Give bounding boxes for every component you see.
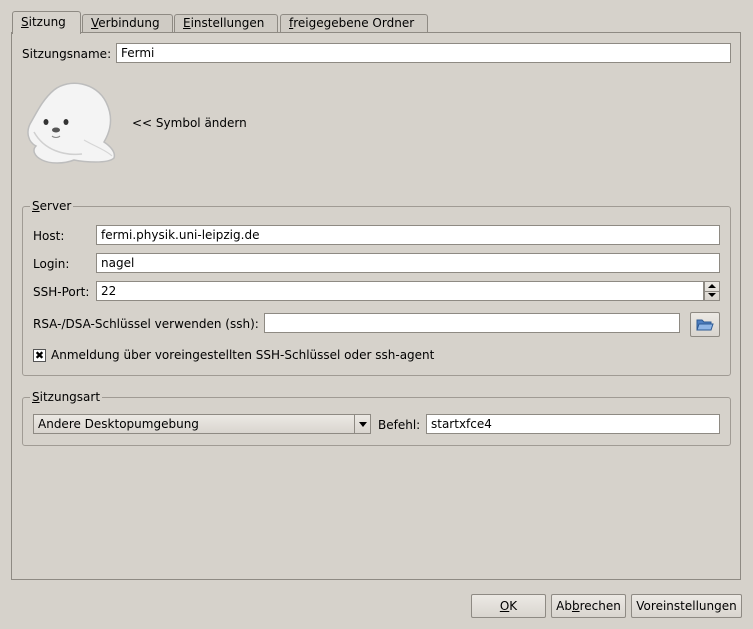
session-name-input[interactable]: Fermi — [116, 43, 731, 63]
session-type-selected: Andere Desktopumgebung — [38, 417, 199, 431]
cancel-button[interactable]: Abbrechen — [551, 594, 626, 618]
server-group-title: Server — [30, 199, 74, 213]
cancel-mnemonic: b — [571, 599, 580, 613]
host-input[interactable]: fermi.physik.uni-leipzig.de — [96, 225, 720, 245]
rsa-key-input[interactable] — [264, 313, 680, 333]
tab-sitzung-mnemonic: S — [21, 15, 29, 29]
browse-key-button[interactable] — [690, 312, 720, 337]
chevron-down-icon[interactable] — [354, 415, 370, 433]
ssh-agent-checkbox[interactable]: ✖ — [33, 349, 46, 362]
rsa-key-label: RSA-/DSA-Schlüssel verwenden (ssh): — [33, 317, 259, 331]
tab-verbindung[interactable]: Verbindung — [82, 14, 173, 32]
host-label: Host: — [33, 229, 65, 243]
session-type-title-text: itzungsart — [39, 390, 101, 404]
tab-freigegebene-ordner[interactable]: freigegebene Ordner — [280, 14, 428, 32]
ssh-agent-label: Anmeldung über voreingestellten SSH-Schl… — [51, 348, 435, 362]
server-title-mnemonic: S — [32, 199, 40, 213]
login-label: Login: — [33, 257, 70, 271]
session-name-label: Sitzungsname: — [22, 47, 112, 61]
folder-open-icon — [696, 319, 714, 331]
session-type-select[interactable]: Andere Desktopumgebung — [33, 414, 371, 434]
change-icon-button[interactable]: << Symbol ändern — [132, 115, 247, 131]
session-type-group-title: Sitzungsart — [30, 390, 103, 404]
tab-einstellungen[interactable]: Einstellungen — [174, 14, 278, 32]
defaults-button[interactable]: Voreinstellungen — [631, 594, 742, 618]
session-type-title-mnemonic: S — [32, 390, 40, 404]
ssh-port-label: SSH-Port: — [33, 285, 90, 299]
tab-freigegebene-ordner-label: reigegebene Ordner — [293, 16, 415, 30]
ok-label: K — [509, 599, 518, 613]
ssh-port-spinner[interactable] — [704, 281, 720, 301]
seal-icon[interactable] — [24, 80, 118, 164]
cancel-label: rechen — [579, 599, 621, 613]
cancel-label-pre: Ab — [556, 599, 572, 613]
tab-einstellungen-label: instellungen — [190, 16, 265, 30]
server-title-text: erver — [39, 199, 72, 213]
ok-button[interactable]: OK — [471, 594, 546, 618]
ok-mnemonic: O — [499, 599, 510, 613]
ssh-port-input[interactable]: 22 — [96, 281, 704, 301]
login-input[interactable]: nagel — [96, 253, 720, 273]
tab-sitzung[interactable]: Sitzung — [12, 11, 81, 34]
command-input[interactable]: startxfce4 — [426, 414, 720, 434]
tab-sitzung-label: itzung — [28, 15, 66, 29]
command-label: Befehl: — [378, 418, 421, 432]
tab-verbindung-label: erbindung — [98, 16, 160, 30]
spin-down-icon[interactable] — [705, 291, 719, 300]
tab-einstellungen-mnemonic: E — [183, 16, 191, 30]
